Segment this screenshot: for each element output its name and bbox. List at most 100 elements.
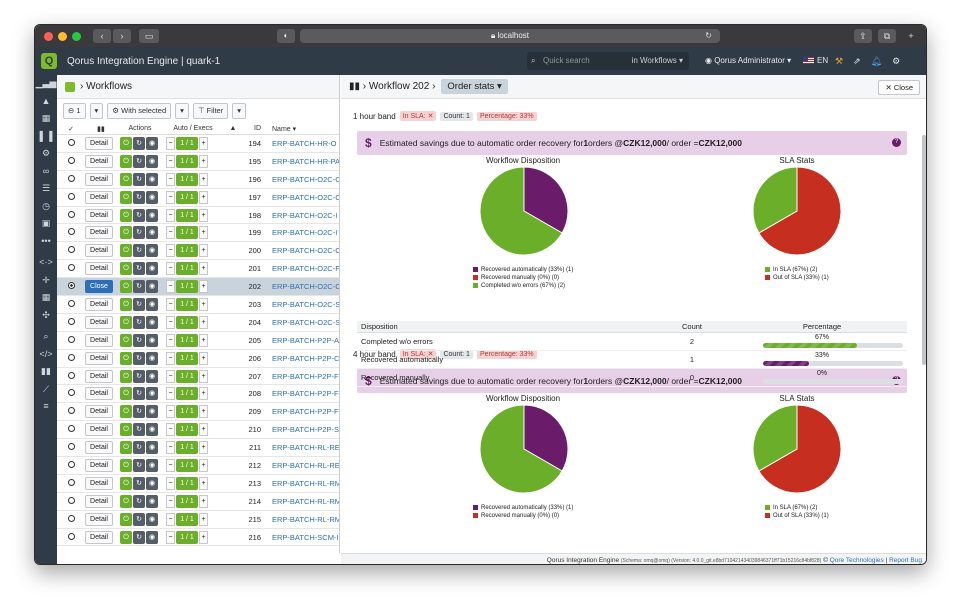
decrease-execs-button[interactable]: −	[166, 405, 175, 418]
detail-button[interactable]: Detail	[85, 405, 113, 418]
decrease-execs-button[interactable]: −	[166, 423, 175, 436]
alert-icon[interactable]: ▲	[35, 93, 57, 111]
workflow-name-link[interactable]: ERP-BATCH-O2C-C	[265, 175, 339, 184]
increase-execs-button[interactable]: +	[199, 280, 208, 293]
stop-icon[interactable]: ◉	[146, 137, 158, 150]
decrease-execs-button[interactable]: −	[166, 262, 175, 275]
reset-icon[interactable]: ↻	[133, 459, 145, 472]
privacy-shield-icon[interactable]: ◐	[277, 29, 295, 43]
reset-icon[interactable]: ↻	[133, 262, 145, 275]
workflow-name-link[interactable]: ERP-BATCH-O2C-C	[265, 246, 339, 255]
decrease-execs-button[interactable]: −	[166, 209, 175, 222]
reset-icon[interactable]: ↻	[133, 495, 145, 508]
workflow-name-link[interactable]: ERP-BATCH-P2P-A	[265, 336, 339, 345]
row-select-radio[interactable]	[68, 336, 75, 343]
table-row[interactable]: Detail ⏻ ↻ ◉ − 1 / 1 + 215 ERP-BATCH-RL-…	[57, 511, 339, 529]
notification-icon[interactable]: 🔔︎	[871, 47, 882, 75]
back-button[interactable]: ‹	[93, 29, 111, 43]
table-row[interactable]: Detail ⏻ ↻ ◉ − 1 / 1 + 211 ERP-BATCH-RL-…	[57, 439, 339, 457]
workflow-name-link[interactable]: ERP-BATCH-O2C-S	[265, 300, 339, 309]
row-select-radio[interactable]	[68, 228, 75, 235]
column-auto-execs[interactable]: Auto / Execs	[163, 125, 223, 132]
decrease-execs-button[interactable]: −	[166, 226, 175, 239]
detail-button[interactable]: Detail	[85, 191, 113, 204]
increase-execs-button[interactable]: +	[199, 477, 208, 490]
reset-icon[interactable]: ↻	[133, 137, 145, 150]
stop-icon[interactable]: ◉	[146, 387, 158, 400]
plugin-icon[interactable]: ✛	[35, 272, 57, 290]
row-select-radio[interactable]	[68, 282, 75, 289]
table-row[interactable]: Detail ⏻ ↻ ◉ − 1 / 1 + 194 ERP-BATCH-HR-…	[57, 135, 339, 153]
reset-icon[interactable]: ↻	[133, 226, 145, 239]
reset-icon[interactable]: ↻	[133, 423, 145, 436]
stop-icon[interactable]: ◉	[146, 370, 158, 383]
increase-execs-button[interactable]: +	[199, 244, 208, 257]
table-row[interactable]: Detail ⏻ ↻ ◉ − 1 / 1 + 199 ERP-BATCH-O2C…	[57, 224, 339, 242]
reset-icon[interactable]: ↻	[133, 316, 145, 329]
detail-button[interactable]: Detail	[85, 137, 113, 150]
table-row[interactable]: Detail ⏻ ↻ ◉ − 1 / 1 + 201 ERP-BATCH-O2C…	[57, 260, 339, 278]
decrease-execs-button[interactable]: −	[166, 280, 175, 293]
row-select-radio[interactable]	[68, 533, 75, 540]
filter-button[interactable]: ⊤ Filter	[193, 103, 228, 119]
decrease-execs-button[interactable]: −	[166, 316, 175, 329]
graph-icon[interactable]: ⟋	[35, 381, 57, 399]
with-selected-dropdown[interactable]: ▾	[175, 103, 189, 119]
select-count-button[interactable]: ⊖ 1	[63, 103, 86, 119]
detail-button[interactable]: Detail	[85, 334, 113, 347]
row-select-radio[interactable]	[68, 389, 75, 396]
increase-execs-button[interactable]: +	[199, 226, 208, 239]
reset-icon[interactable]: ↻	[133, 280, 145, 293]
url-bar[interactable]: 🔒︎ localhost ↻	[300, 29, 720, 43]
increase-execs-button[interactable]: +	[199, 459, 208, 472]
increase-execs-button[interactable]: +	[199, 423, 208, 436]
power-icon[interactable]: ⏻	[120, 209, 132, 222]
stop-icon[interactable]: ◉	[146, 191, 158, 204]
row-select-radio[interactable]	[68, 264, 75, 271]
decrease-execs-button[interactable]: −	[166, 173, 175, 186]
reset-icon[interactable]: ↻	[133, 334, 145, 347]
row-select-radio[interactable]	[68, 515, 75, 522]
row-select-radio[interactable]	[68, 211, 75, 218]
table-row[interactable]: Detail ⏻ ↻ ◉ − 1 / 1 + 212 ERP-BATCH-RL-…	[57, 457, 339, 475]
reset-icon[interactable]: ↻	[133, 209, 145, 222]
workflow-name-link[interactable]: ERP-BATCH-SCM-I	[265, 533, 339, 542]
power-icon[interactable]: ⏻	[120, 244, 132, 257]
detail-button[interactable]: Detail	[85, 531, 113, 544]
grid-icon[interactable]: ▦	[35, 110, 57, 128]
stop-icon[interactable]: ◉	[146, 405, 158, 418]
column-id[interactable]: ID	[243, 125, 265, 132]
share-icon[interactable]: ⇪	[854, 29, 872, 43]
maximize-window-icon[interactable]	[72, 32, 81, 41]
decrease-execs-button[interactable]: −	[166, 495, 175, 508]
reset-icon[interactable]: ↻	[133, 352, 145, 365]
detail-button[interactable]: Detail	[85, 370, 113, 383]
table-row[interactable]: Detail ⏻ ↻ ◉ − 1 / 1 + 203 ERP-BATCH-O2C…	[57, 296, 339, 314]
search-icon[interactable]: ⌕	[35, 328, 57, 346]
with-selected-button[interactable]: ⚙ With selected	[107, 103, 171, 119]
decrease-execs-button[interactable]: −	[166, 352, 175, 365]
detail-button[interactable]: Detail	[85, 441, 113, 454]
detail-button[interactable]: Detail	[85, 477, 113, 490]
code-icon[interactable]: <·>	[35, 254, 57, 272]
stop-icon[interactable]: ◉	[146, 513, 158, 526]
table-icon[interactable]: ▦	[35, 289, 57, 307]
close-pane-button[interactable]: ✕ Close	[878, 80, 920, 95]
detail-button[interactable]: Detail	[85, 495, 113, 508]
power-icon[interactable]: ⏻	[120, 137, 132, 150]
dashboard-icon[interactable]: ▁▃▅	[35, 75, 57, 93]
qorus-logo-icon[interactable]: Q	[41, 53, 57, 69]
column-actions[interactable]: Actions	[117, 125, 163, 132]
power-icon[interactable]: ⏻	[120, 334, 132, 347]
power-icon[interactable]: ⏻	[120, 226, 132, 239]
row-select-radio[interactable]	[68, 157, 75, 164]
workflow-name-link[interactable]: ERP-BATCH-P2P-F	[265, 389, 339, 398]
stop-icon[interactable]: ◉	[146, 262, 158, 275]
power-icon[interactable]: ⏻	[120, 262, 132, 275]
table-row[interactable]: Detail ⏻ ↻ ◉ − 1 / 1 + 207 ERP-BATCH-P2P…	[57, 368, 339, 386]
reset-icon[interactable]: ↻	[133, 191, 145, 204]
decrease-execs-button[interactable]: −	[166, 370, 175, 383]
power-icon[interactable]: ⏻	[120, 531, 132, 544]
report-bug-link[interactable]: Report Bug	[889, 557, 922, 564]
increase-execs-button[interactable]: +	[199, 352, 208, 365]
